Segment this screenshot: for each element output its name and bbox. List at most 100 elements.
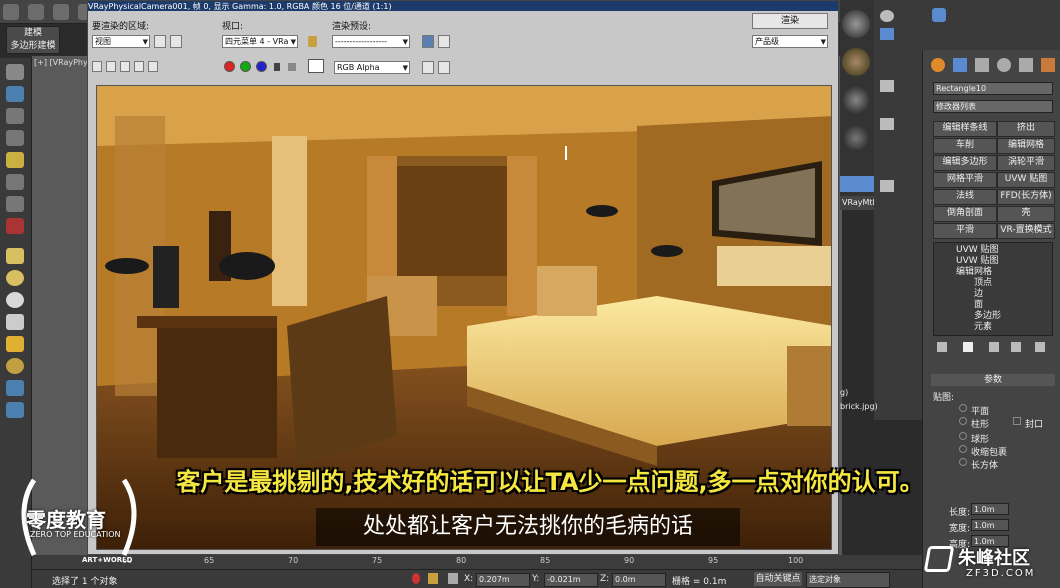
stack-item[interactable]: UVW 贴图 xyxy=(956,245,999,255)
display-tab-icon[interactable] xyxy=(1019,58,1033,72)
red-channel-toggle[interactable] xyxy=(224,61,235,72)
modifier-button[interactable]: 编辑多边形 xyxy=(933,155,997,171)
modifier-button[interactable]: 法线 xyxy=(933,189,997,205)
green-channel-toggle[interactable] xyxy=(240,61,251,72)
radio-planar[interactable] xyxy=(959,404,967,412)
modifier-button[interactable]: 网格平滑 xyxy=(933,172,997,188)
layer-icon[interactable] xyxy=(6,130,24,146)
modifier-button[interactable]: 壳 xyxy=(997,206,1055,222)
viewport-dropdown[interactable]: 四元菜单 4 - VRa xyxy=(222,35,298,48)
modifier-button[interactable]: 平滑 xyxy=(933,223,997,239)
link-icon[interactable] xyxy=(3,4,19,20)
modifier-button[interactable]: FFD(长方体) xyxy=(997,189,1055,205)
blue-channel-toggle[interactable] xyxy=(256,61,267,72)
channel-dropdown[interactable]: RGB Alpha xyxy=(334,61,410,74)
modifier-button[interactable]: 车削 xyxy=(933,138,997,154)
y-coordinate-input[interactable]: -0.021m xyxy=(544,573,598,587)
modifier-button[interactable]: 挤出 xyxy=(997,121,1055,137)
material-sphere-icon[interactable] xyxy=(842,48,870,76)
sample-type-icon[interactable] xyxy=(880,10,894,22)
region-edit-icon[interactable] xyxy=(154,35,166,48)
motion-tab-icon[interactable] xyxy=(997,58,1011,72)
remove-modifier-icon[interactable] xyxy=(1011,342,1021,352)
help-icon[interactable] xyxy=(932,8,946,22)
area-dropdown[interactable]: 视图 xyxy=(92,35,150,48)
timeline[interactable]: 60 65 70 75 80 85 90 95 100 xyxy=(32,555,922,569)
modifier-button[interactable]: 编辑网格 xyxy=(997,138,1055,154)
create-tab-icon[interactable] xyxy=(931,58,945,72)
clear-icon[interactable] xyxy=(148,61,158,72)
selection-lock-icon[interactable] xyxy=(428,573,438,584)
material-sphere-icon[interactable] xyxy=(842,10,870,38)
particle-icon[interactable] xyxy=(6,380,24,396)
checker-icon[interactable] xyxy=(880,80,894,92)
material-type-label[interactable]: VRayMtl xyxy=(840,196,875,210)
modifier-button[interactable]: VR-置换模式 xyxy=(997,223,1055,239)
show-end-result-icon[interactable] xyxy=(963,342,973,352)
mono-icon[interactable] xyxy=(288,63,296,71)
bind-icon[interactable] xyxy=(52,4,69,20)
mirror-icon[interactable] xyxy=(6,196,24,212)
geosphere-icon[interactable] xyxy=(6,292,24,308)
make-unique-icon[interactable] xyxy=(989,342,999,352)
length-input[interactable]: 1.0m xyxy=(971,503,1009,515)
box-icon[interactable] xyxy=(6,248,24,264)
torus-icon[interactable] xyxy=(6,358,24,374)
teapot-icon[interactable] xyxy=(6,64,24,80)
cap-checkbox[interactable] xyxy=(1013,417,1021,425)
options-icon[interactable] xyxy=(880,118,894,130)
toggle-ui-icon[interactable] xyxy=(438,61,450,74)
pivot-icon[interactable] xyxy=(6,218,24,234)
helper-icon[interactable] xyxy=(6,402,24,418)
stack-subitem[interactable]: 面 xyxy=(974,300,983,310)
radio-spherical[interactable] xyxy=(959,432,967,440)
modifier-list-dropdown[interactable]: 修改器列表 xyxy=(933,100,1053,113)
selected-object-dropdown[interactable]: 选定对象 xyxy=(806,572,890,588)
stack-subitem[interactable]: 元素 xyxy=(974,322,992,332)
utilities-tab-icon[interactable] xyxy=(1041,58,1055,72)
display-frame-icon[interactable] xyxy=(422,61,434,74)
radio-cylindrical[interactable] xyxy=(959,417,967,425)
sphere-icon[interactable] xyxy=(6,270,24,286)
render-setup-icon[interactable] xyxy=(6,86,24,102)
x-coordinate-input[interactable]: 0.207m xyxy=(476,573,530,587)
stack-subitem[interactable]: 多边形 xyxy=(974,311,1001,321)
get-material-icon[interactable] xyxy=(880,180,894,192)
light-icon[interactable] xyxy=(6,152,24,168)
region-auto-icon[interactable] xyxy=(170,35,182,48)
width-input[interactable]: 1.0m xyxy=(971,519,1009,531)
material-tool-icon[interactable] xyxy=(840,176,874,192)
z-coordinate-input[interactable]: 0.0m xyxy=(612,573,666,587)
tab-modeling[interactable]: 建模 xyxy=(7,27,59,40)
modifier-button[interactable]: 倒角剖面 xyxy=(933,206,997,222)
color-swatch[interactable] xyxy=(308,59,324,73)
material-icon[interactable] xyxy=(6,108,24,124)
alpha-channel-icon[interactable] xyxy=(274,63,280,71)
copy-image-icon[interactable] xyxy=(106,61,116,72)
modifier-button[interactable]: UVW 贴图 xyxy=(997,172,1055,188)
lock-icon[interactable] xyxy=(308,36,317,47)
stack-item[interactable]: 编辑网格 xyxy=(956,267,992,277)
stack-subitem[interactable]: 顶点 xyxy=(974,278,992,288)
stack-item[interactable]: UVW 贴图 xyxy=(956,256,999,266)
preset-dropdown[interactable]: ------------------ xyxy=(332,35,410,48)
clone-window-icon[interactable] xyxy=(120,61,130,72)
stack-subitem[interactable]: 边 xyxy=(974,289,983,299)
material-sphere-icon[interactable] xyxy=(842,124,870,152)
modify-tab-icon[interactable] xyxy=(953,58,967,72)
tab-poly-modeling[interactable]: 多边形建模 xyxy=(7,40,59,53)
hierarchy-tab-icon[interactable] xyxy=(975,58,989,72)
unlink-icon[interactable] xyxy=(27,4,44,20)
print-icon[interactable] xyxy=(134,61,144,72)
render-button[interactable]: 渲染 xyxy=(752,13,828,29)
material-sphere-icon[interactable] xyxy=(842,86,870,114)
object-name-input[interactable]: Rectangle10 xyxy=(933,82,1053,95)
backlight-icon[interactable] xyxy=(880,28,894,40)
auto-key-button[interactable]: 自动关键点 xyxy=(754,572,802,586)
quality-dropdown[interactable]: 产品级 xyxy=(752,35,828,48)
snap-icon[interactable] xyxy=(6,174,24,190)
cone-icon[interactable] xyxy=(6,314,24,330)
pin-stack-icon[interactable] xyxy=(937,342,947,352)
environment-icon[interactable] xyxy=(438,35,450,48)
isolate-icon[interactable] xyxy=(412,573,420,584)
